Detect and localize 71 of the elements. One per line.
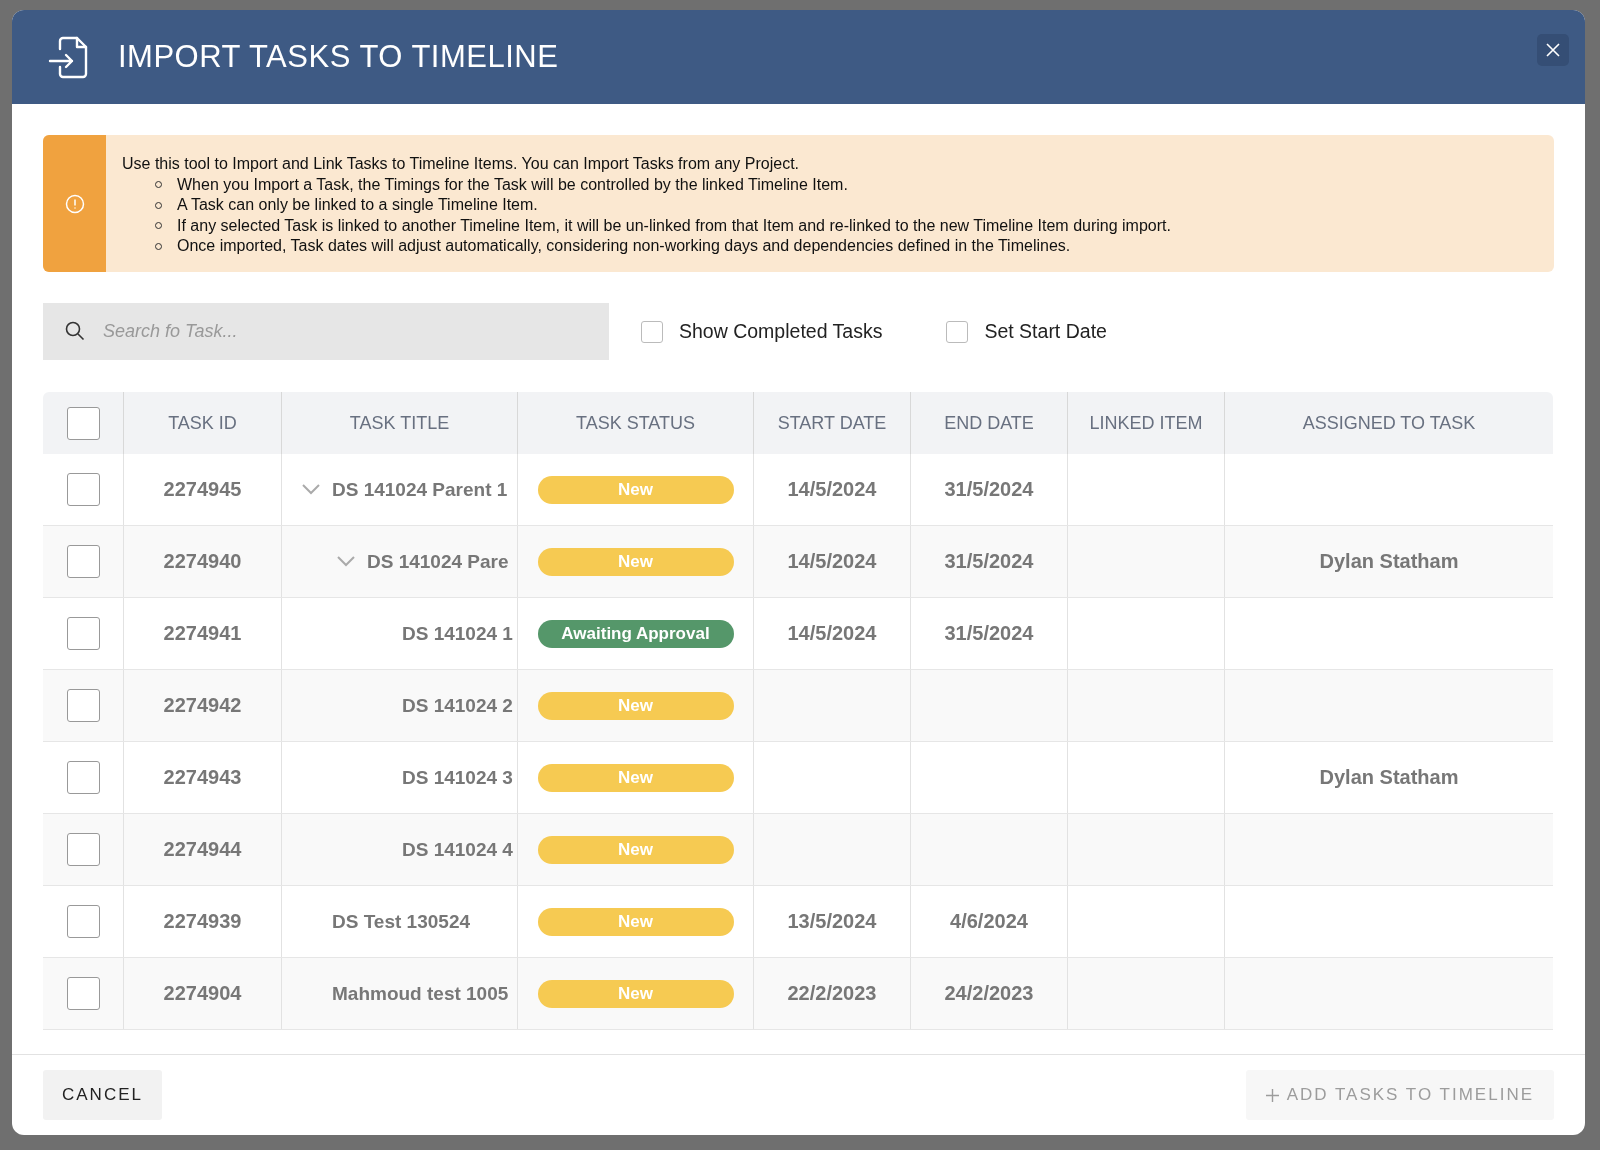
search-field[interactable]: Search fo Task...: [43, 303, 609, 360]
row-checkbox[interactable]: [66, 689, 100, 722]
column-header: LINKED ITEM: [1089, 412, 1203, 434]
row-checkbox[interactable]: [66, 905, 100, 938]
task-id: 2274939: [163, 910, 242, 933]
column-header: TASK ID: [168, 412, 237, 434]
row-checkbox[interactable]: [66, 761, 100, 794]
select-all-checkbox[interactable]: [66, 406, 100, 440]
info-icon: [64, 193, 85, 214]
status-badge: New: [537, 475, 734, 504]
checkbox-label: Show Completed Tasks: [679, 320, 883, 343]
start-date: 13/5/2024: [787, 910, 877, 933]
task-id: 2274944: [163, 838, 242, 861]
status-badge: New: [537, 547, 734, 576]
column-header: END DATE: [944, 412, 1034, 434]
end-date: 31/5/2024: [944, 550, 1034, 573]
dialog-title: IMPORT TASKS TO TIMELINE: [118, 39, 560, 75]
end-date: 31/5/2024: [944, 622, 1034, 645]
notice-text: Use this tool to Import and Link Tasks to Timeline Items. You can Import Tasks from any Project.: [122, 155, 800, 172]
task-id: 2274945: [163, 478, 242, 501]
status-badge: New: [537, 835, 734, 864]
cancel-button[interactable]: CANCEL: [43, 1070, 162, 1120]
end-date: 4/6/2024: [950, 910, 1028, 933]
close-button[interactable]: [1537, 34, 1569, 66]
task-title: DS 141024 Parent 1: [332, 478, 508, 501]
status-badge: Awaiting Approval: [537, 619, 734, 648]
task-title: DS 141024 4: [402, 838, 513, 861]
task-id: 2274941: [163, 622, 242, 645]
notice-bullet-text: A Task can only be linked to a single Timeline Item.: [177, 195, 538, 215]
start-date: 22/2/2023: [787, 982, 877, 1005]
start-date: 14/5/2024: [787, 550, 877, 573]
task-title: DS 141024 3: [402, 766, 513, 789]
task-title: DS 141024 1: [402, 622, 513, 645]
column-header: ASSIGNED TO TASK: [1302, 412, 1476, 434]
status-badge: New: [537, 763, 734, 792]
chevron-icon[interactable]: [337, 556, 355, 567]
start-date: 14/5/2024: [787, 622, 877, 645]
assignee-name: Dylan Statham: [1319, 550, 1459, 573]
chevron-icon[interactable]: [302, 484, 320, 495]
end-date: 31/5/2024: [944, 478, 1034, 501]
task-id: 2274904: [163, 982, 242, 1005]
task-title: DS Test 130524: [332, 910, 470, 933]
task-title: DS 141024 Pare: [367, 550, 509, 573]
end-date: 24/2/2023: [944, 982, 1034, 1005]
notice-bullet-text: When you Import a Task, the Timings for the Task will be controlled by the linked Timeline Item.: [177, 174, 848, 195]
status-badge: New: [537, 691, 734, 720]
start-date: 14/5/2024: [787, 478, 877, 501]
task-title: DS 141024 2: [402, 694, 513, 717]
column-header: TASK TITLE: [349, 412, 450, 434]
notice-bullet-text: Once imported, Task dates will adjust automatically, considering non-working days and dependencies defined in the Timelines.: [177, 236, 1071, 256]
task-id: 2274940: [163, 550, 242, 573]
column-header: TASK STATUS: [576, 412, 695, 434]
task-id: 2274943: [163, 766, 242, 789]
row-checkbox[interactable]: [66, 545, 100, 578]
column-header: START DATE: [777, 412, 887, 434]
checkbox-label: Set Start Date: [984, 320, 1107, 343]
close-icon: [1546, 43, 1560, 57]
assignee-name: Dylan Statham: [1319, 766, 1459, 789]
notice-bullet-text: If any selected Task is linked to another Timeline Item, it will be un-linked from that Item and re-linked to the new Timeline Item during import.: [177, 215, 1171, 236]
plus-icon: [1265, 1088, 1279, 1102]
row-checkbox[interactable]: [66, 833, 100, 866]
task-title: Mahmoud test 1005: [332, 982, 509, 1005]
row-checkbox[interactable]: [66, 473, 100, 506]
task-id: 2274942: [163, 694, 242, 717]
checkbox[interactable]: [641, 320, 663, 343]
search-icon: [65, 321, 85, 341]
checkbox[interactable]: [946, 320, 969, 343]
status-badge: New: [537, 907, 734, 936]
row-checkbox[interactable]: [66, 617, 100, 650]
status-badge: New: [537, 979, 734, 1008]
row-checkbox[interactable]: [66, 977, 100, 1010]
